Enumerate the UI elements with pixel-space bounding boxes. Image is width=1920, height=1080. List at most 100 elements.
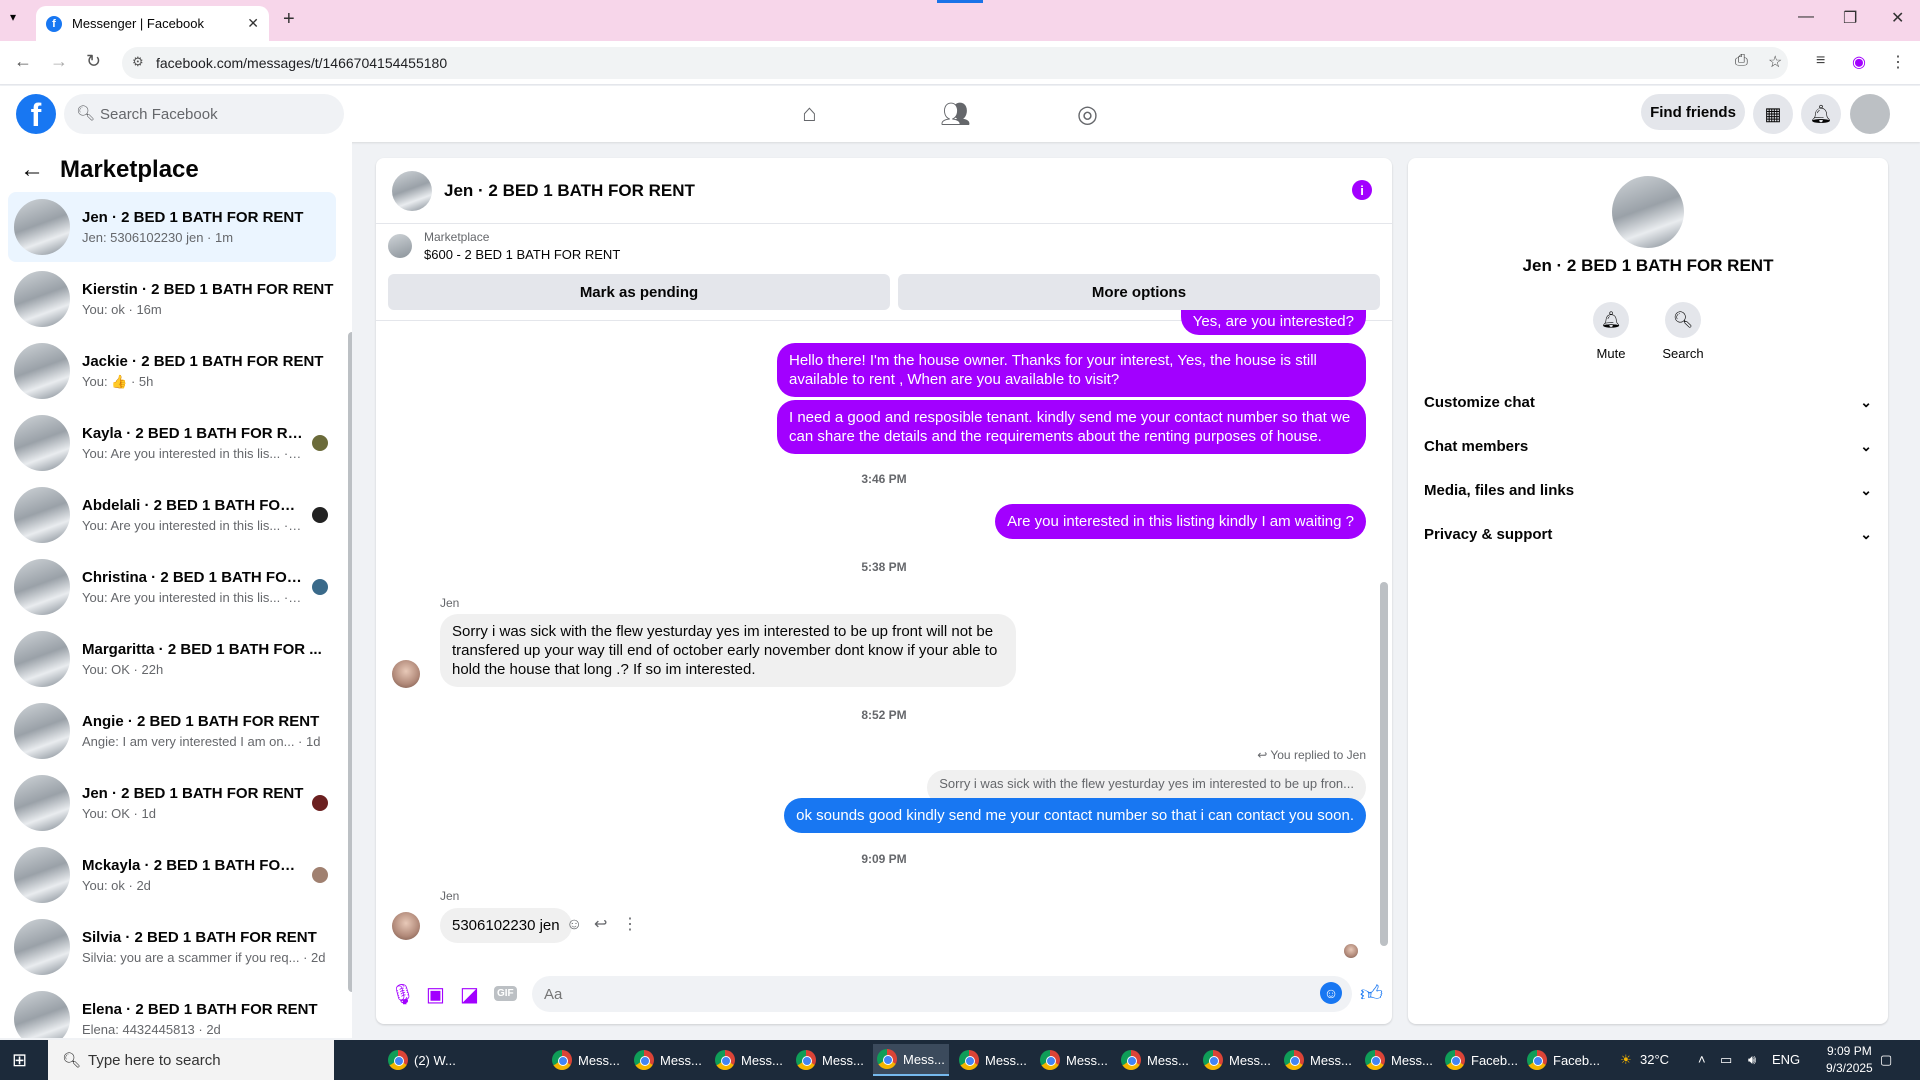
search-chat-button[interactable]: 🔍︎ Search bbox=[1653, 302, 1713, 361]
outgoing-message[interactable]: Yes, are you interested? bbox=[1180, 310, 1366, 335]
info-icon[interactable]: i bbox=[1352, 180, 1372, 200]
chat-thumbnail[interactable] bbox=[392, 170, 432, 211]
taskbar-app[interactable]: Mess... bbox=[1117, 1044, 1193, 1076]
groups-icon[interactable]: ◎ bbox=[1077, 100, 1098, 129]
notifications-icon[interactable]: ▢ bbox=[1880, 1052, 1892, 1068]
outgoing-message[interactable]: Hello there! I'm the house owner. Thanks… bbox=[777, 343, 1366, 397]
taskbar-app[interactable]: Faceb... bbox=[1523, 1044, 1604, 1076]
conversation-item[interactable]: Jen · 2 BED 1 BATH FOR RENT Jen: 53061022… bbox=[8, 192, 336, 262]
weather-temp[interactable]: 32°C bbox=[1640, 1052, 1669, 1067]
taskbar-search[interactable]: 🔍︎ Type here to search bbox=[48, 1040, 334, 1080]
profile-icon[interactable]: ◉ bbox=[1852, 52, 1866, 72]
tab-search-icon[interactable]: ▾ bbox=[10, 10, 16, 24]
conversation-name: Mckayla · 2 BED 1 BATH FOR ... bbox=[82, 857, 304, 874]
conversation-item[interactable]: Kayla · 2 BED 1 BATH FOR RENT You: Are yo… bbox=[8, 408, 336, 478]
facebook-logo-icon[interactable]: f bbox=[16, 94, 56, 134]
taskbar-app[interactable]: Mess... bbox=[1280, 1044, 1356, 1076]
bookmark-star-icon[interactable]: ☆ bbox=[1768, 52, 1782, 72]
volume-icon[interactable]: 🔊︎ bbox=[1748, 1052, 1756, 1068]
privacy-support-row[interactable]: Privacy & support ⌄ bbox=[1424, 512, 1872, 556]
conversation-item[interactable]: Abdelali · 2 BED 1 BATH FOR ... You: Are … bbox=[8, 480, 336, 550]
restore-icon[interactable]: ❐ bbox=[1843, 8, 1857, 28]
conversation-item[interactable]: Mckayla · 2 BED 1 BATH FOR ... You: ok · … bbox=[8, 840, 336, 910]
new-tab-icon[interactable]: + bbox=[283, 8, 295, 31]
message-input[interactable] bbox=[532, 976, 1352, 1012]
taskbar-app[interactable]: (2) W... bbox=[384, 1044, 460, 1076]
mark-as-pending-button[interactable]: Mark as pending bbox=[388, 274, 890, 310]
notifications-bell-icon[interactable]: 🔔︎ bbox=[1801, 94, 1841, 134]
url-field[interactable]: ⚙ facebook.com/messages/t/14667041544551… bbox=[122, 47, 1788, 79]
close-window-icon[interactable]: ✕ bbox=[1891, 8, 1904, 28]
outgoing-message[interactable]: Are you interested in this listing kindl… bbox=[995, 504, 1366, 539]
react-emoji-icon[interactable]: ☺ bbox=[566, 916, 582, 934]
taskbar-app[interactable]: Mess... bbox=[548, 1044, 624, 1076]
site-info-icon[interactable]: ⚙ bbox=[132, 54, 144, 70]
incoming-message[interactable]: Sorry i was sick with the flew yesturday… bbox=[440, 614, 1016, 687]
browser-tab[interactable]: f Messenger | Facebook ✕ bbox=[36, 6, 269, 41]
microphone-icon[interactable]: 🎙︎ bbox=[390, 982, 415, 1007]
find-friends-button[interactable]: Find friends bbox=[1641, 94, 1745, 130]
taskbar-app[interactable]: Mess... bbox=[630, 1044, 706, 1076]
taskbar-app[interactable]: Mess... bbox=[792, 1044, 868, 1076]
account-avatar[interactable] bbox=[1850, 94, 1890, 134]
forward-icon[interactable]: → bbox=[50, 51, 68, 72]
weather-icon[interactable]: ☀ bbox=[1620, 1052, 1632, 1068]
chat-title[interactable]: Jen · 2 BED 1 BATH FOR RENT bbox=[444, 181, 695, 201]
conversation-item[interactable]: Margaritta · 2 BED 1 BATH FOR ... You: OK… bbox=[8, 624, 336, 694]
taskbar-app[interactable]: Mess... bbox=[1199, 1044, 1275, 1076]
back-icon[interactable]: ← bbox=[14, 51, 32, 72]
conversation-item[interactable]: Jackie · 2 BED 1 BATH FOR RENT You: 👍 · 5… bbox=[8, 336, 336, 406]
mute-button[interactable]: 🔔︎ Mute bbox=[1581, 302, 1641, 361]
network-icon[interactable]: ▭ bbox=[1720, 1052, 1732, 1068]
contact-avatar[interactable] bbox=[392, 660, 420, 688]
emoji-icon[interactable]: ☺ bbox=[1320, 982, 1342, 1004]
taskbar-app[interactable]: Faceb... bbox=[1441, 1044, 1522, 1076]
taskbar-app-label: Faceb... bbox=[1553, 1052, 1600, 1068]
conversation-item[interactable]: Jen · 2 BED 1 BATH FOR RENT You: OK · 1d bbox=[8, 768, 336, 838]
outgoing-message[interactable]: I need a good and resposible tenant. kin… bbox=[777, 400, 1366, 454]
reply-icon[interactable]: ↩ bbox=[594, 914, 607, 934]
facebook-search-input[interactable]: 🔍︎ Search Facebook bbox=[64, 94, 344, 134]
customize-chat-row[interactable]: Customize chat ⌄ bbox=[1424, 380, 1872, 424]
reload-icon[interactable]: ↻ bbox=[86, 51, 101, 72]
taskbar-app[interactable]: Mess... bbox=[873, 1044, 949, 1076]
photo-icon[interactable]: ▣ bbox=[426, 982, 445, 1007]
close-tab-icon[interactable]: ✕ bbox=[247, 15, 259, 32]
more-actions-icon[interactable]: ⋮ bbox=[622, 914, 638, 934]
listing-bar[interactable]: Marketplace $600 - 2 BED 1 BATH FOR RENT bbox=[388, 230, 620, 262]
conversation-item[interactable]: Elena · 2 BED 1 BATH FOR RENT Elena: 4432… bbox=[8, 984, 336, 1038]
sidebar-scrollbar[interactable] bbox=[348, 332, 352, 992]
minimize-icon[interactable]: — bbox=[1798, 8, 1814, 26]
chat-scrollbar[interactable] bbox=[1380, 582, 1388, 946]
windows-start-icon[interactable]: ⊞ bbox=[12, 1050, 27, 1071]
media-files-links-row[interactable]: Media, files and links ⌄ bbox=[1424, 468, 1872, 512]
sticker-icon[interactable]: ◪ bbox=[460, 982, 479, 1007]
home-icon[interactable]: ⌂ bbox=[802, 100, 817, 128]
incoming-message[interactable]: 5306102230 jen bbox=[440, 908, 572, 943]
friends-icon[interactable]: 👥︎ bbox=[940, 100, 970, 129]
conversation-item[interactable]: Silvia · 2 BED 1 BATH FOR RENT Silvia: yo… bbox=[8, 912, 336, 982]
install-app-icon[interactable]: ⎙ bbox=[1735, 52, 1748, 70]
taskbar-app[interactable]: Mess... bbox=[1036, 1044, 1112, 1076]
gif-icon[interactable]: GIF bbox=[494, 986, 517, 1001]
taskbar-app[interactable]: Mess... bbox=[955, 1044, 1031, 1076]
conversation-snippet: You: OK · 1d bbox=[82, 806, 156, 821]
chat-members-row[interactable]: Chat members ⌄ bbox=[1424, 424, 1872, 468]
taskbar-app-label: Mess... bbox=[1066, 1052, 1108, 1068]
conversation-item[interactable]: Christina · 2 BED 1 BATH FOR ... You: Are… bbox=[8, 552, 336, 622]
language-indicator[interactable]: ENG bbox=[1772, 1052, 1800, 1067]
contact-avatar[interactable] bbox=[392, 912, 420, 940]
conversation-item[interactable]: Angie · 2 BED 1 BATH FOR RENT Angie: I am… bbox=[8, 696, 336, 766]
conversation-item[interactable]: Kierstin · 2 BED 1 BATH FOR RENT You: ok … bbox=[8, 264, 336, 334]
outgoing-reply-message[interactable]: ok sounds good kindly send me your conta… bbox=[784, 798, 1366, 833]
more-options-button[interactable]: More options bbox=[898, 274, 1380, 310]
browser-menu-icon[interactable]: ⋮ bbox=[1890, 52, 1906, 72]
tray-expand-icon[interactable]: ˄ bbox=[1698, 1052, 1706, 1067]
menu-grid-icon[interactable]: ▦ bbox=[1753, 94, 1793, 134]
taskbar-app[interactable]: Mess... bbox=[1361, 1044, 1437, 1076]
clock[interactable]: 9:09 PM 9/3/2025 bbox=[1826, 1043, 1873, 1077]
taskbar-app[interactable]: Mess... bbox=[711, 1044, 787, 1076]
back-arrow-icon[interactable]: ← bbox=[20, 156, 44, 184]
thumbs-up-icon[interactable]: 👍︎ bbox=[1360, 980, 1383, 1007]
media-control-icon[interactable]: ≡ bbox=[1816, 52, 1825, 70]
